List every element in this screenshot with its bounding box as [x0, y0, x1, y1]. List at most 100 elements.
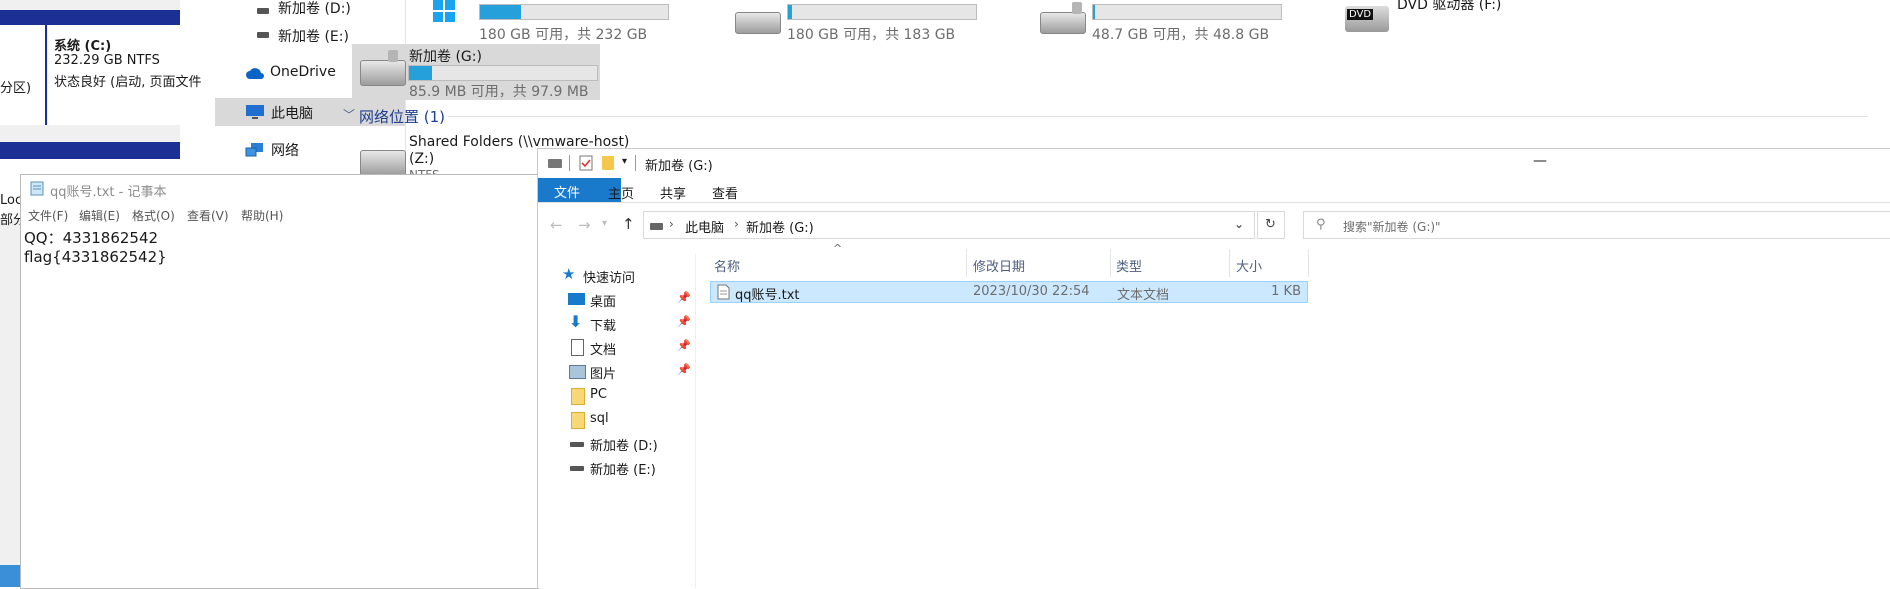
column-header-name[interactable]: 名称 [714, 256, 740, 275]
pin-icon[interactable]: 📌 [677, 291, 691, 304]
column-divider [1229, 249, 1230, 277]
drive-free-text: 180 GB 可用，共 232 GB [479, 27, 648, 43]
nav-item-label: sql [590, 411, 609, 426]
bg-nav-item-d[interactable]: 新加卷 (D:) [215, 0, 405, 20]
nav-item-documents[interactable]: 文档 📌 [538, 336, 695, 360]
nav-item-label: PC [590, 387, 607, 402]
nav-item-label: 下载 [590, 319, 617, 334]
column-header-type[interactable]: 类型 [1116, 256, 1142, 275]
file-list: ^ 名称 修改日期 类型 大小 qq账号.txt 2023/10/30 22:5… [710, 242, 1890, 588]
recent-locations-chevron-icon[interactable]: ▾ [602, 218, 607, 229]
nav-item-downloads[interactable]: ⬇ 下载 📌 [538, 312, 695, 336]
drive-usage-fill [409, 66, 432, 80]
tab-view[interactable]: 查看 [712, 183, 738, 202]
menu-format[interactable]: 格式(O) [132, 207, 175, 224]
search-placeholder: 搜索"新加卷 (G:)" [1343, 220, 1441, 234]
drive-tile-e[interactable]: 48.7 GB 可用，共 48.8 GB [1040, 0, 1340, 48]
drive-tile-d[interactable]: 180 GB 可用，共 183 GB [735, 0, 1035, 48]
drive-usage-bar [1092, 4, 1282, 20]
windows-logo-icon [433, 0, 455, 22]
nav-item-drive-d[interactable]: 新加卷 (D:) [538, 432, 695, 456]
address-dropdown-icon[interactable]: ⌄ [1234, 217, 1244, 231]
ribbon-tabs: 文件 主页 共享 查看 [538, 178, 1890, 203]
partition-label: 分区) [0, 81, 32, 96]
menu-view[interactable]: 查看(V) [187, 207, 229, 224]
drive-usage-fill [1093, 5, 1095, 19]
nav-item-quick-access[interactable]: ★ 快速访问 [538, 264, 695, 288]
drive-icon [548, 159, 562, 168]
nav-item-label: 文档 [590, 343, 617, 358]
properties-icon[interactable] [579, 155, 593, 171]
file-date: 2023/10/30 22:54 [973, 284, 1090, 299]
folder-icon [571, 412, 585, 429]
notepad-titlebar[interactable]: qq账号.txt - 记事本 [21, 175, 539, 201]
refresh-icon: ↻ [1265, 217, 1276, 232]
drive-tile-g[interactable]: 新加卷 (G:) 85.9 MB 可用，共 97.9 MB [352, 44, 600, 100]
explorer-window: ▾ 新加卷 (G:) — 文件 主页 共享 查看 ← → ▾ ↑ › 此电脑 ›… [537, 148, 1890, 588]
up-arrow-icon[interactable]: ↑ [622, 215, 635, 233]
nav-item-sql-folder[interactable]: sql [538, 408, 695, 432]
drive-tile-dvd[interactable]: DVD DVD 驱动器 (F:) [1345, 0, 1645, 48]
nav-item-drive-e[interactable]: 新加卷 (E:) [538, 456, 695, 480]
nav-pane: ★ 快速访问 桌面 📌 ⬇ 下载 📌 文档 📌 图片 📌 PC sql 新加卷 … [538, 254, 696, 588]
chevron-down-icon: ﹀ [343, 108, 356, 122]
forward-arrow-icon[interactable]: → [578, 216, 591, 234]
chevron-down-icon[interactable]: ▾ [622, 156, 627, 167]
nav-item-label: 新加卷 (D:) [590, 439, 658, 454]
menu-help[interactable]: 帮助(H) [241, 207, 283, 224]
disk-header-bar [0, 10, 180, 25]
table-row[interactable]: qq账号.txt 2023/10/30 22:54 文本文档 1 KB [710, 281, 1308, 303]
column-divider [1110, 249, 1111, 277]
system-status: 状态良好 (启动, 页面文件 [54, 75, 202, 90]
drive-usage-bar [479, 4, 669, 20]
notepad-window: qq账号.txt - 记事本 文件(F) 编辑(E) 格式(O) 查看(V) 帮… [20, 174, 539, 589]
dvd-drive-label: DVD 驱动器 (F:) [1397, 0, 1502, 13]
dvd-badge: DVD [1347, 9, 1374, 20]
nav-item-label: 桌面 [590, 295, 617, 310]
drive-tile-c[interactable]: 180 GB 可用，共 232 GB [427, 0, 727, 48]
network-drive-icon [360, 150, 406, 176]
desktop-icon [568, 293, 585, 305]
drive-icon [1040, 12, 1086, 34]
pin-icon[interactable]: 📌 [677, 363, 691, 376]
network-section-header[interactable]: ﹀ 网络位置 (1) [343, 106, 1883, 126]
search-icon: ⚲ [1316, 217, 1326, 232]
nav-item-pictures[interactable]: 图片 📌 [538, 360, 695, 384]
tab-share[interactable]: 共享 [660, 183, 686, 202]
file-name: qq账号.txt [735, 288, 800, 303]
drive-icon [570, 466, 584, 471]
drive-icon [570, 442, 584, 447]
back-arrow-icon[interactable]: ← [550, 216, 563, 234]
tab-home[interactable]: 主页 [608, 183, 634, 202]
text-line: QQ：4331862542 [24, 229, 159, 247]
file-size: 1 KB [1271, 284, 1301, 299]
breadcrumb-item[interactable]: 此电脑 [685, 217, 724, 236]
address-bar[interactable]: › 此电脑 › 新加卷 (G:) ⌄ [643, 211, 1255, 239]
disk-header-bar-2 [0, 142, 180, 159]
notepad-text-area[interactable]: QQ：4331862542 flag{4331862542} [21, 225, 539, 588]
search-box[interactable]: ⚲ 搜索"新加卷 (G:)" [1303, 211, 1890, 239]
new-folder-icon[interactable] [602, 156, 614, 170]
drive-g-name: 新加卷 (G:) [409, 49, 482, 65]
pin-icon[interactable]: 📌 [677, 315, 691, 328]
usb-drive-icon [360, 60, 406, 86]
lock-icon [1072, 2, 1082, 14]
partition-left[interactable]: 分区) [0, 25, 45, 125]
minimize-button[interactable]: — [1533, 153, 1547, 169]
menu-file[interactable]: 文件(F) [28, 207, 68, 224]
lock-icon [388, 50, 398, 62]
refresh-button[interactable]: ↻ [1257, 211, 1285, 239]
system-label: 系统 (C:) [54, 39, 112, 54]
explorer-titlebar[interactable]: ▾ 新加卷 (G:) — [538, 149, 1890, 178]
pin-icon[interactable]: 📌 [677, 339, 691, 352]
menu-edit[interactable]: 编辑(E) [79, 207, 120, 224]
nav-item-pc-folder[interactable]: PC [538, 384, 695, 408]
nav-item-desktop[interactable]: 桌面 📌 [538, 288, 695, 312]
partition-system[interactable]: 系统 (C:) 232.29 GB NTFS 状态良好 (启动, 页面文件 [48, 25, 201, 125]
column-header-date[interactable]: 修改日期 [973, 256, 1025, 275]
partition-divider [45, 25, 47, 125]
column-header-size[interactable]: 大小 [1236, 256, 1262, 275]
column-divider [966, 249, 967, 277]
breadcrumb-item[interactable]: 新加卷 (G:) [746, 217, 814, 236]
document-icon [571, 339, 584, 356]
